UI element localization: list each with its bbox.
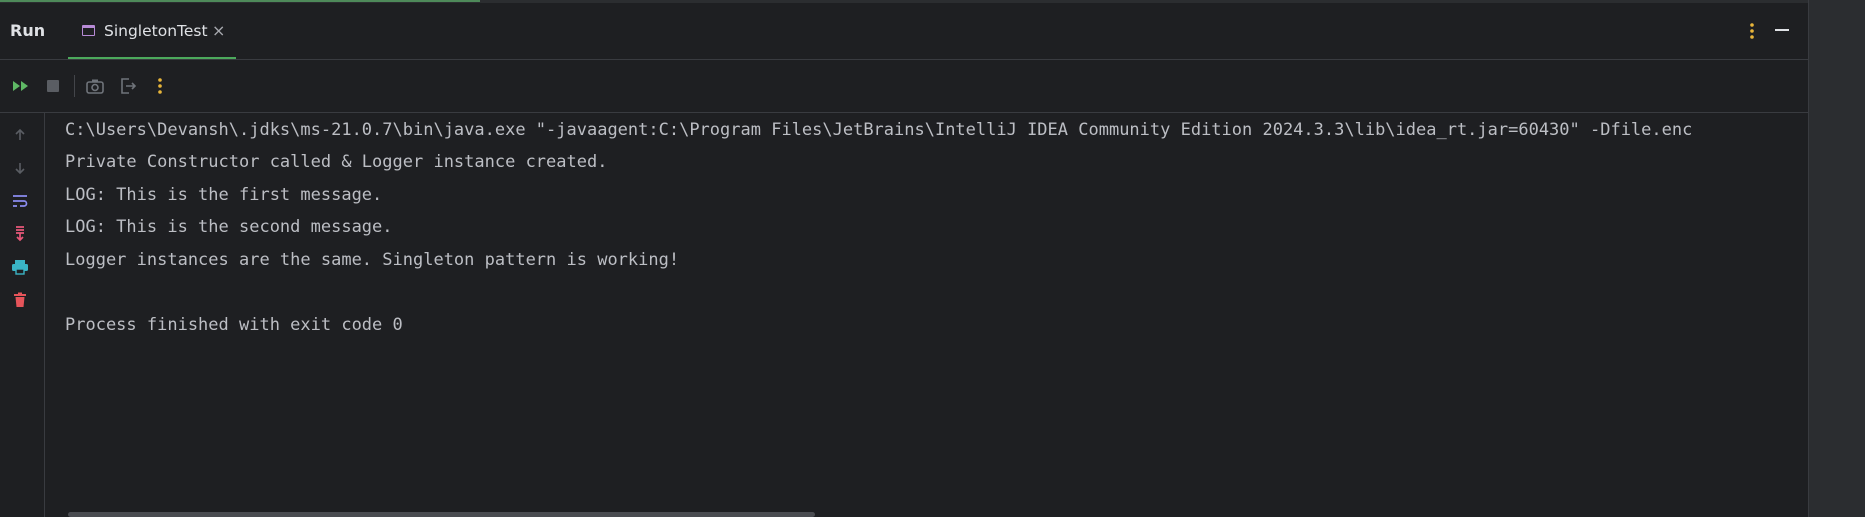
right-tool-strip [1808,0,1865,517]
more-actions-icon[interactable] [148,74,172,98]
tab-close-icon[interactable]: × [212,3,225,59]
run-toolbar [0,60,1808,113]
exit-icon[interactable] [116,74,140,98]
run-title: Run [10,21,46,40]
scroll-to-end-icon[interactable] [8,222,32,246]
options-menu-icon[interactable] [1742,21,1762,41]
console-line: LOG: This is the second message. [65,217,393,237]
stop-icon[interactable] [41,74,65,98]
arrow-up-icon[interactable] [8,123,32,147]
console-line: Private Constructor called & Logger inst… [65,152,608,172]
soft-wrap-icon[interactable] [8,189,32,213]
run-tool-window: Run SingletonTest × C:\Users\Devansh\.jd… [0,0,1808,517]
tab-singletontest[interactable]: SingletonTest × [68,3,236,59]
console-line-command: C:\Users\Devansh\.jdks\ms-21.0.7\bin\jav… [65,120,1693,140]
console-line: Logger instances are the same. Singleton… [65,250,680,270]
trash-icon[interactable] [8,288,32,312]
minimize-icon[interactable] [1775,29,1789,31]
console-output[interactable]: C:\Users\Devansh\.jdks\ms-21.0.7\bin\jav… [45,113,1808,517]
top-strip-indicator [0,0,480,2]
console-line: LOG: This is the first message. [65,185,383,205]
rerun-icon[interactable] [9,74,33,98]
console-gutter [0,113,45,517]
camera-icon[interactable] [83,74,107,98]
tab-label: SingletonTest [104,22,208,40]
toolbar-separator [74,75,75,97]
print-icon[interactable] [8,255,32,279]
run-header: Run SingletonTest × [0,3,1808,60]
horizontal-scrollbar[interactable] [68,512,815,517]
console-line-exit: Process finished with exit code 0 [65,315,403,335]
arrow-down-icon[interactable] [8,156,32,180]
console-tab-icon [82,25,95,36]
